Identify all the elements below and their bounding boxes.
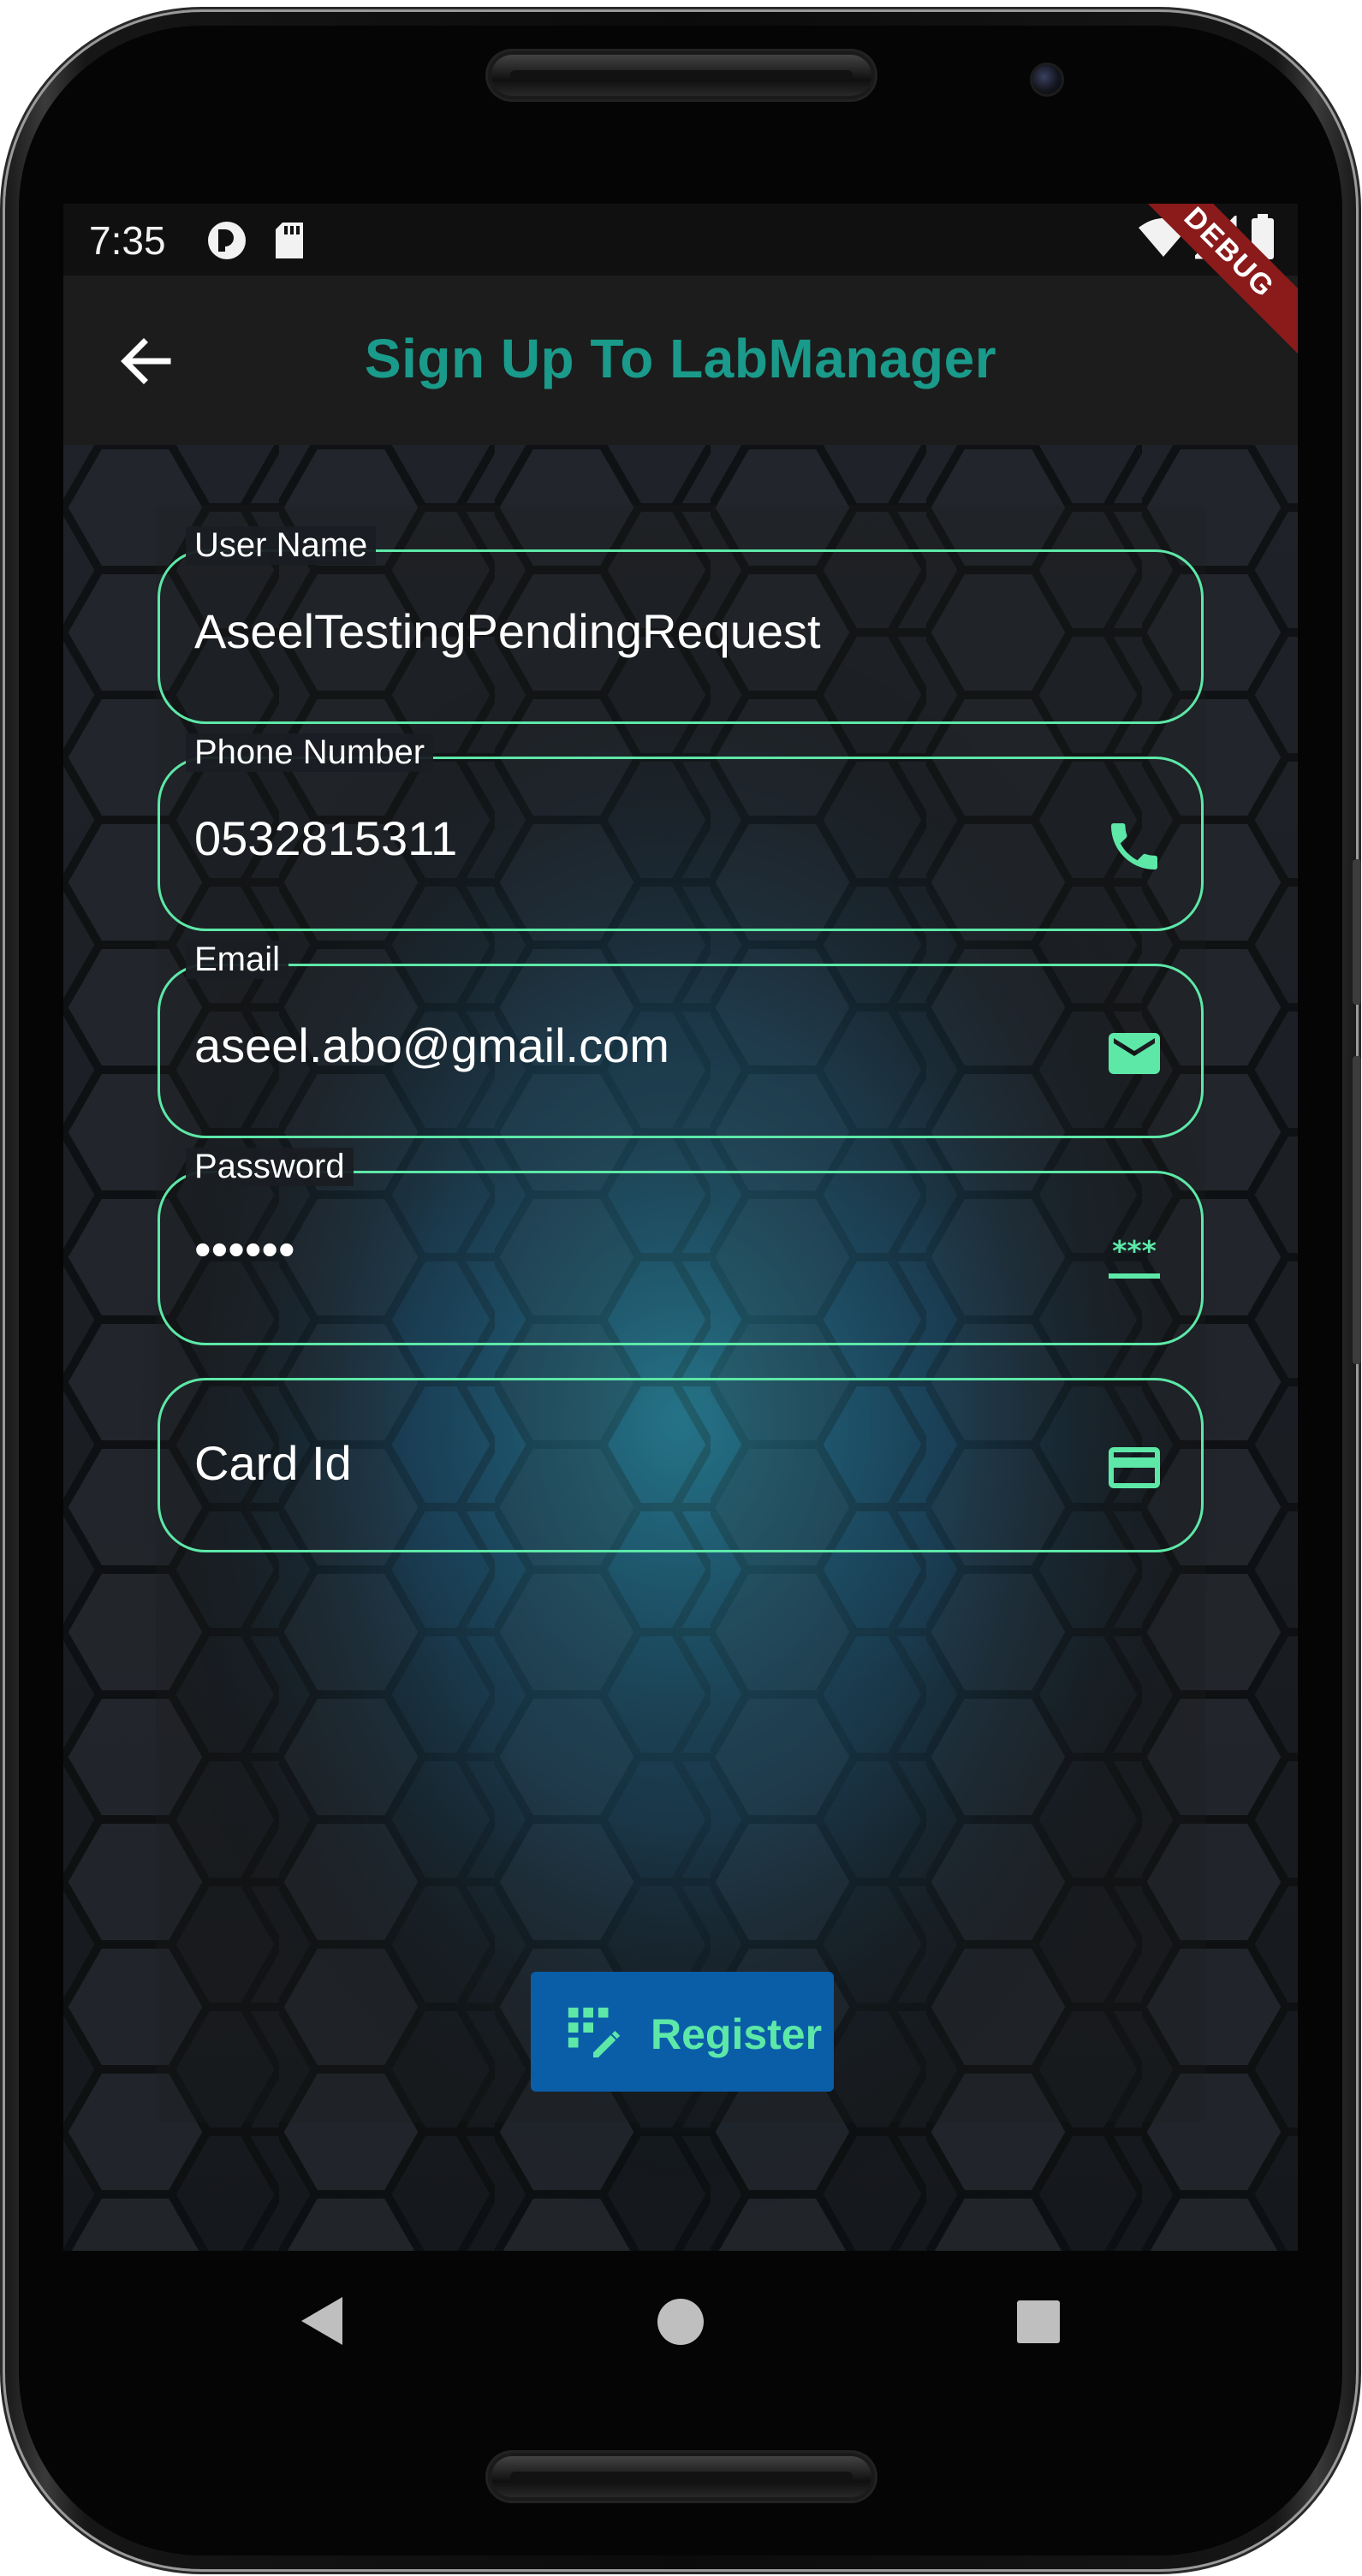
bottom-speaker [488, 2453, 875, 2501]
front-camera [1032, 65, 1062, 94]
svg-text:***: *** [1112, 1234, 1157, 1267]
nav-recents-icon[interactable] [1015, 2299, 1062, 2345]
email-field[interactable]: Email aseel.abo@gmail.com [158, 941, 1204, 1138]
device-screen: 7:35 Sign Up To LabManager DEBUG User Na… [63, 204, 1298, 2251]
power-button [1353, 1056, 1361, 1364]
email-value: aseel.abo@gmail.com [194, 1018, 669, 1072]
credit-card-icon [1109, 1447, 1160, 1488]
app-bar: Sign Up To LabManager [63, 276, 1298, 445]
card-id-field[interactable]: Card Id [158, 1378, 1204, 1552]
password-icon: *** [1109, 1234, 1160, 1279]
phone-label: Phone Number [186, 733, 434, 772]
username-label: User Name [186, 526, 377, 565]
username-value: AseelTestingPendingRequest [194, 604, 821, 658]
phone-field[interactable]: Phone Number 0532815311 [158, 733, 1204, 931]
email-label: Email [186, 941, 289, 979]
phone-icon [1111, 823, 1157, 870]
card-id-placeholder: Card Id [194, 1436, 352, 1490]
volume-button [1353, 859, 1361, 1005]
notification-icon [208, 222, 246, 259]
email-icon [1109, 1033, 1160, 1074]
username-field[interactable]: User Name AseelTestingPendingRequest [158, 526, 1204, 724]
phone-value: 0532815311 [194, 811, 458, 865]
top-speaker [488, 51, 875, 99]
form-area: User Name AseelTestingPendingRequest Pho… [63, 445, 1298, 2251]
status-time: 7:35 [89, 218, 166, 263]
nav-home-icon[interactable] [656, 2297, 705, 2347]
register-button[interactable]: Register [531, 1972, 834, 2092]
status-bar: 7:35 [63, 204, 1298, 276]
nav-back-icon[interactable] [298, 2294, 346, 2348]
page-title: Sign Up To LabManager [364, 328, 997, 389]
register-label: Register [651, 2010, 823, 2058]
password-label: Password [186, 1148, 354, 1186]
password-value: •••••• [194, 1222, 295, 1276]
app-registration-icon [568, 2007, 621, 2058]
password-field[interactable]: Password •••••• *** [158, 1148, 1204, 1345]
sd-card-icon [276, 223, 303, 258]
